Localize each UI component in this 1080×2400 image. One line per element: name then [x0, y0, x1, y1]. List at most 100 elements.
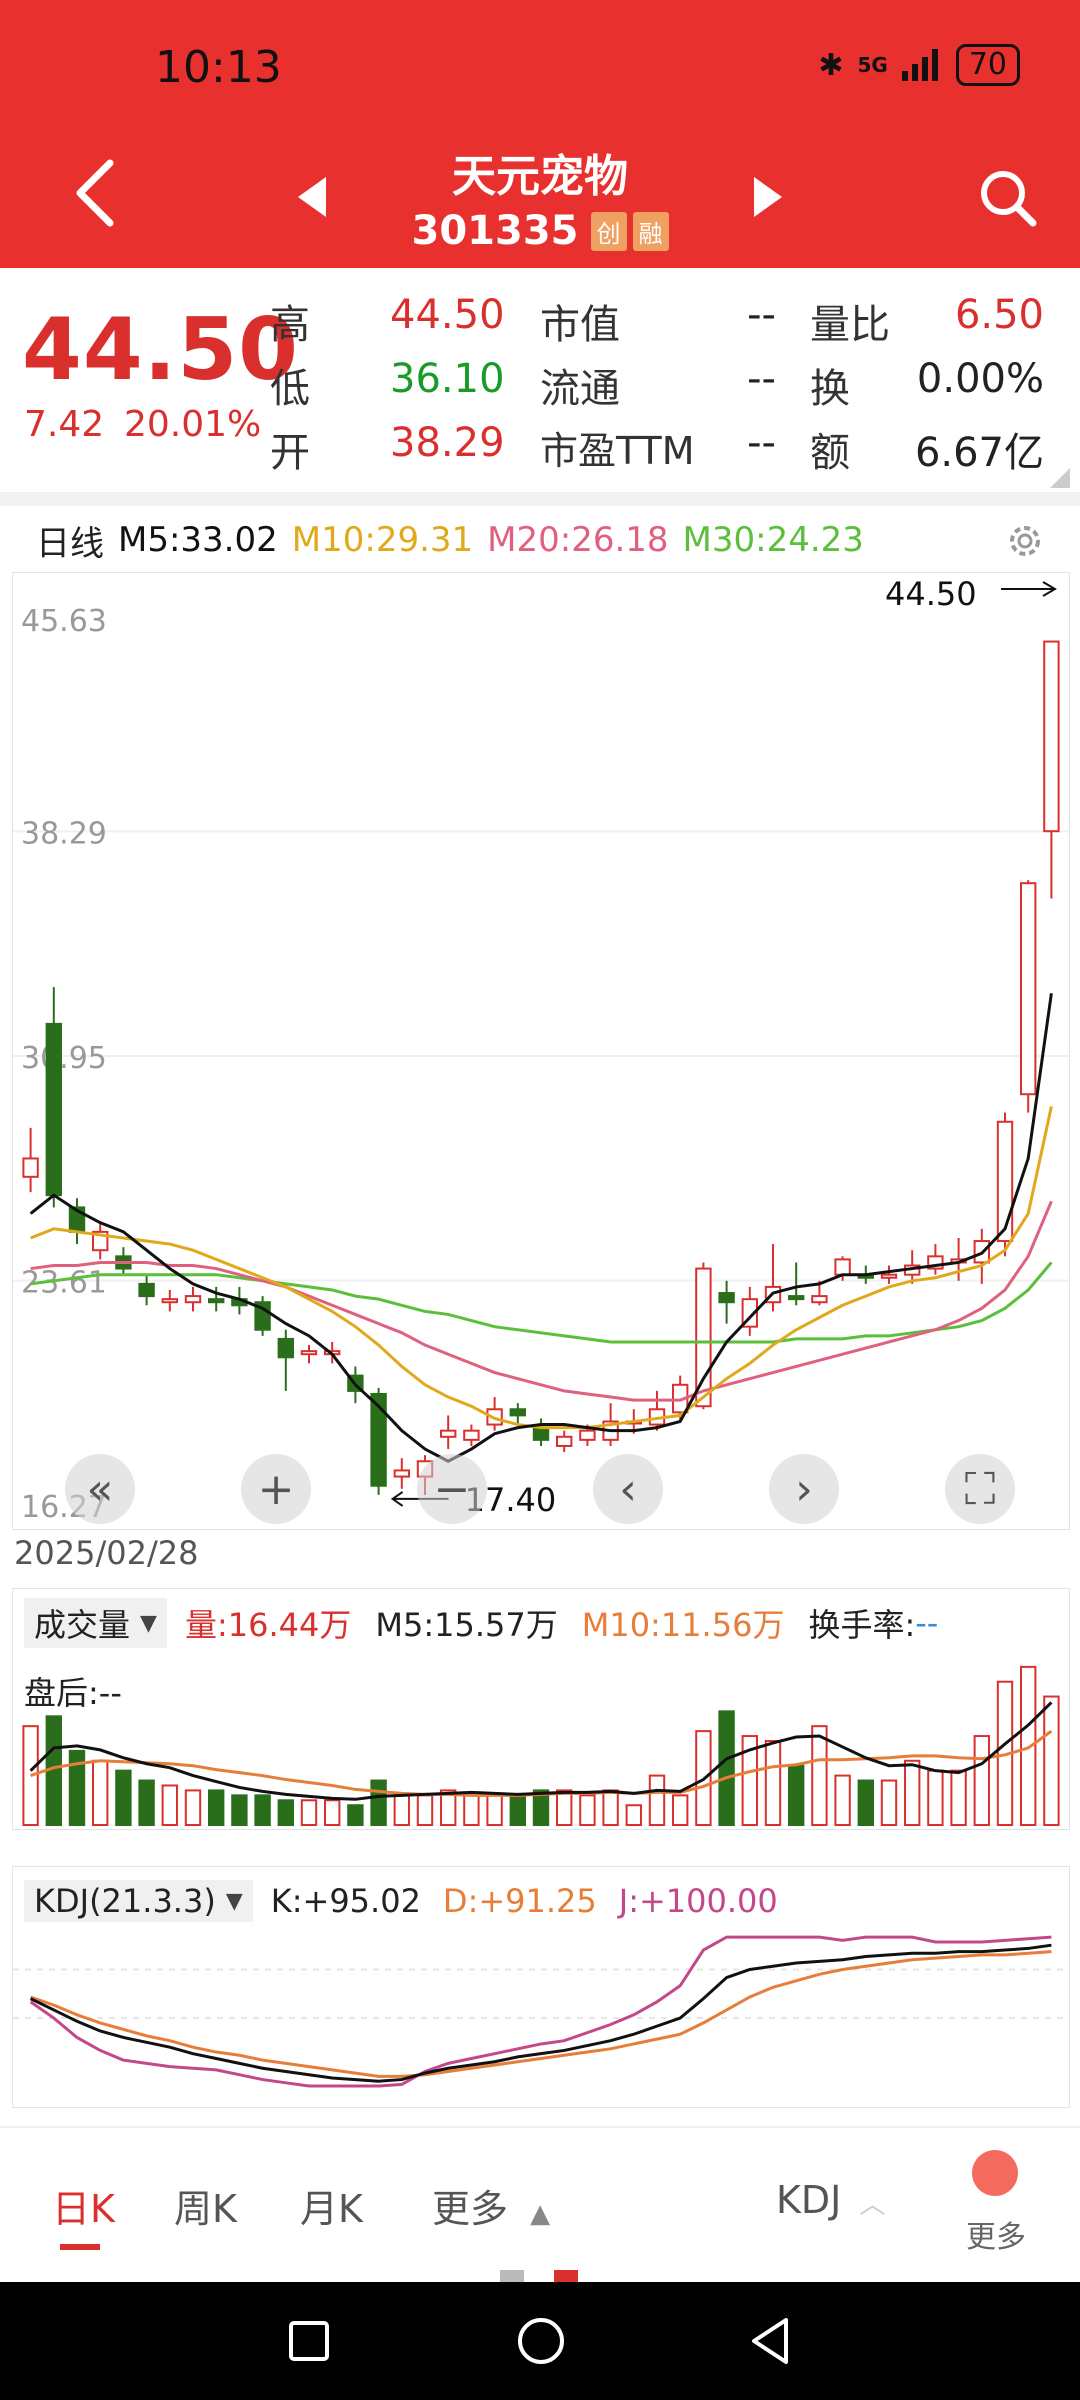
volume-bar: [231, 1794, 248, 1826]
volume-bar: [880, 1779, 898, 1827]
scroll-right-button[interactable]: ›: [769, 1454, 839, 1524]
volume-bar: [347, 1804, 364, 1826]
volume-bar: [788, 1764, 805, 1827]
turnover-rate-value: --: [915, 1604, 939, 1642]
amount-label: 额: [810, 430, 850, 476]
high-price-label: 44.50: [885, 575, 977, 613]
candle-body: [996, 1120, 1014, 1243]
volume-bar: [463, 1794, 480, 1826]
candle-body: [811, 1295, 828, 1304]
volume-bar: [208, 1789, 225, 1826]
volume-bar: [973, 1735, 990, 1826]
tab-more-label: 更多: [432, 2187, 509, 2231]
volume-bar: [648, 1774, 666, 1827]
kdj-j-line: [29, 1935, 1052, 2088]
volume-bar: [950, 1769, 967, 1827]
zoom-out-button[interactable]: −: [417, 1454, 487, 1524]
volume-value: 量:16.44万: [184, 1606, 352, 1644]
candle-body: [834, 1258, 851, 1276]
chart-date: 2025/02/28: [14, 1534, 199, 1572]
volume-bar: [904, 1759, 921, 1826]
candle-body: [788, 1295, 805, 1301]
volume-ratio-label: 量比: [810, 302, 890, 348]
float-value: --: [747, 356, 776, 402]
page-dot-active: [554, 2270, 578, 2282]
expand-corner-icon[interactable]: [1050, 468, 1070, 488]
candle-body: [718, 1292, 735, 1304]
volume-bar: [672, 1794, 689, 1826]
indicator-switch[interactable]: KDJ ︿: [776, 2178, 886, 2222]
margin-tag: 融: [632, 211, 669, 251]
candle-body: [161, 1298, 178, 1304]
low-label: 低: [270, 366, 310, 412]
open-label: 开: [270, 430, 310, 476]
tab-week-k[interactable]: 周K: [174, 2178, 237, 2233]
candle-body: [880, 1273, 898, 1279]
volume-bar: [416, 1794, 434, 1826]
divider: [0, 2126, 1080, 2128]
volume-bar: [161, 1784, 178, 1826]
recents-icon[interactable]: [288, 2320, 330, 2362]
stock-code-row: 301335 创 融: [0, 208, 1080, 254]
candle-body: [440, 1429, 457, 1438]
system-nav-bar: [0, 2282, 1080, 2400]
scroll-left-button[interactable]: ‹: [593, 1454, 663, 1524]
chevron-down-icon: ▼: [225, 1888, 243, 1914]
open-value: 38.29: [390, 420, 505, 466]
volume-bar: [718, 1710, 735, 1826]
candle-body: [463, 1429, 480, 1441]
price-change-pct: 20.01%: [124, 404, 262, 445]
period-label: 日线: [36, 523, 104, 564]
chevron-up-icon: ▲: [530, 2199, 551, 2229]
stock-code: 301335: [411, 208, 579, 254]
kdj-indicator-label: KDJ(21.3.3): [34, 1882, 216, 1920]
back-icon[interactable]: [748, 2316, 792, 2366]
kline-chart[interactable]: 45.63 38.29 30.95 23.61 16.27 44.50 17.40: [12, 572, 1070, 1530]
volume-m5: M5:15.57万: [375, 1606, 558, 1644]
more-menu-label[interactable]: 更多: [966, 2212, 1026, 2256]
after-hours: 盘后:--: [24, 1674, 122, 1712]
divider: [0, 492, 1080, 506]
candle-body: [45, 1022, 62, 1197]
volume-indicator-select[interactable]: 成交量 ▼: [24, 1598, 167, 1648]
candle-body: [1043, 640, 1060, 833]
kdj-d: D:+91.25: [442, 1882, 597, 1920]
volume-bar: [579, 1794, 596, 1826]
volume-bar: [324, 1799, 341, 1826]
candle-body: [208, 1298, 225, 1304]
market-cap-label: 市值: [540, 302, 620, 348]
volume-bar: [115, 1769, 132, 1827]
gear-icon[interactable]: [1004, 520, 1046, 562]
ma5-label: M5:33.02: [118, 520, 278, 560]
kline-svg: 45.6338.2930.9523.6116.2744.5017.40: [13, 575, 1069, 1525]
ma30-line: [30, 1261, 1053, 1344]
signal-label: 5G: [857, 53, 888, 77]
volume-bar: [602, 1789, 619, 1826]
volume-bar: [138, 1779, 155, 1827]
chevron-up-icon: ︿: [859, 2190, 886, 2220]
candle-body: [509, 1408, 526, 1417]
fullscreen-button[interactable]: ⛶: [945, 1454, 1015, 1524]
rewind-button[interactable]: «: [65, 1454, 135, 1524]
tab-month-k[interactable]: 月K: [300, 2178, 363, 2233]
candle-body: [556, 1435, 573, 1447]
zoom-in-button[interactable]: +: [241, 1454, 311, 1524]
ma20-line: [30, 1200, 1053, 1402]
low-value: 36.10: [390, 356, 505, 402]
turnover-label: 换: [810, 366, 850, 412]
price-change: 7.42: [24, 404, 105, 445]
ma5-line: [29, 993, 1053, 1463]
candle-body: [277, 1337, 294, 1359]
high-label: 高: [270, 302, 310, 348]
home-icon[interactable]: [516, 2316, 566, 2366]
tab-more[interactable]: 更多 ▲: [432, 2178, 550, 2233]
kdj-indicator-select[interactable]: KDJ(21.3.3) ▼: [24, 1880, 253, 1922]
ma-legend: 日线 M5:33.02 M10:29.31 M20:26.18 M30:24.2…: [0, 508, 1080, 572]
status-icons: ✱ 5G 70: [818, 44, 1020, 86]
market-cap-value: --: [747, 292, 776, 338]
more-menu-icon[interactable]: [972, 2150, 1018, 2196]
ma20-label: M20:26.18: [487, 520, 669, 560]
volume-ratio-value: 6.50: [954, 292, 1044, 338]
volume-bar: [393, 1794, 410, 1826]
tab-day-k[interactable]: 日K: [52, 2178, 115, 2233]
